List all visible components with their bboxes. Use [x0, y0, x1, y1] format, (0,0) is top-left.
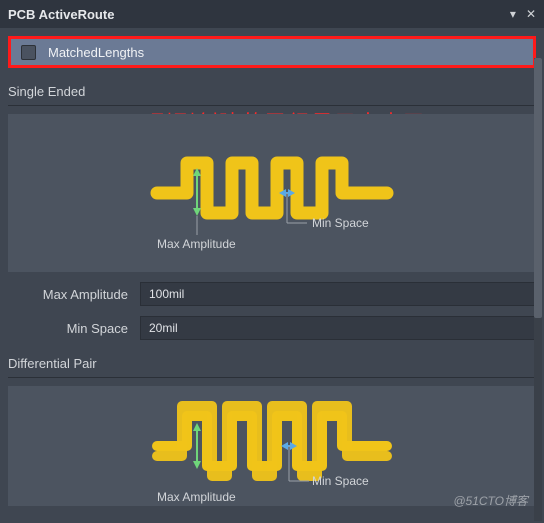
- label-max-amplitude: Max Amplitude: [8, 287, 132, 302]
- diagram-differential-pair: Max Amplitude Min Space: [8, 386, 536, 506]
- diagram2-min-space-label: Min Space: [312, 474, 369, 488]
- titlebar-controls: ▾ ✕: [510, 8, 536, 20]
- divider: [8, 105, 536, 106]
- diagram2-max-amp-label: Max Amplitude: [157, 490, 236, 504]
- input-max-amplitude[interactable]: [140, 282, 536, 306]
- dropdown-icon[interactable]: ▾: [510, 8, 516, 20]
- row-min-space: Min Space: [8, 316, 536, 340]
- serpentine-diagram: Max Amplitude Min Space: [132, 123, 412, 263]
- titlebar: PCB ActiveRoute ▾ ✕: [0, 0, 544, 28]
- diagram-max-amp-label: Max Amplitude: [157, 237, 236, 251]
- rule-checkbox[interactable]: [21, 45, 36, 60]
- vertical-scrollbar[interactable]: [534, 58, 542, 521]
- rule-row-matchedlengths[interactable]: MatchedLengths: [8, 36, 536, 68]
- scrollbar-thumb[interactable]: [534, 58, 542, 318]
- rule-label: MatchedLengths: [48, 45, 144, 60]
- input-min-space[interactable]: [140, 316, 536, 340]
- row-max-amplitude: Max Amplitude: [8, 282, 536, 306]
- section-heading-differential: Differential Pair: [8, 356, 536, 371]
- diagram-single-ended: Max Amplitude Min Space: [8, 114, 536, 272]
- panel-title: PCB ActiveRoute: [8, 7, 114, 22]
- section-heading-single: Single Ended: [8, 84, 536, 99]
- label-min-space: Min Space: [8, 321, 132, 336]
- panel-content: MatchedLengths 刚刚创建的已经显示出来了 Single Ended…: [0, 28, 544, 523]
- close-icon[interactable]: ✕: [526, 8, 536, 20]
- serpentine-diagram-diff: Max Amplitude Min Space: [132, 376, 412, 516]
- diagram-min-space-label: Min Space: [312, 216, 369, 230]
